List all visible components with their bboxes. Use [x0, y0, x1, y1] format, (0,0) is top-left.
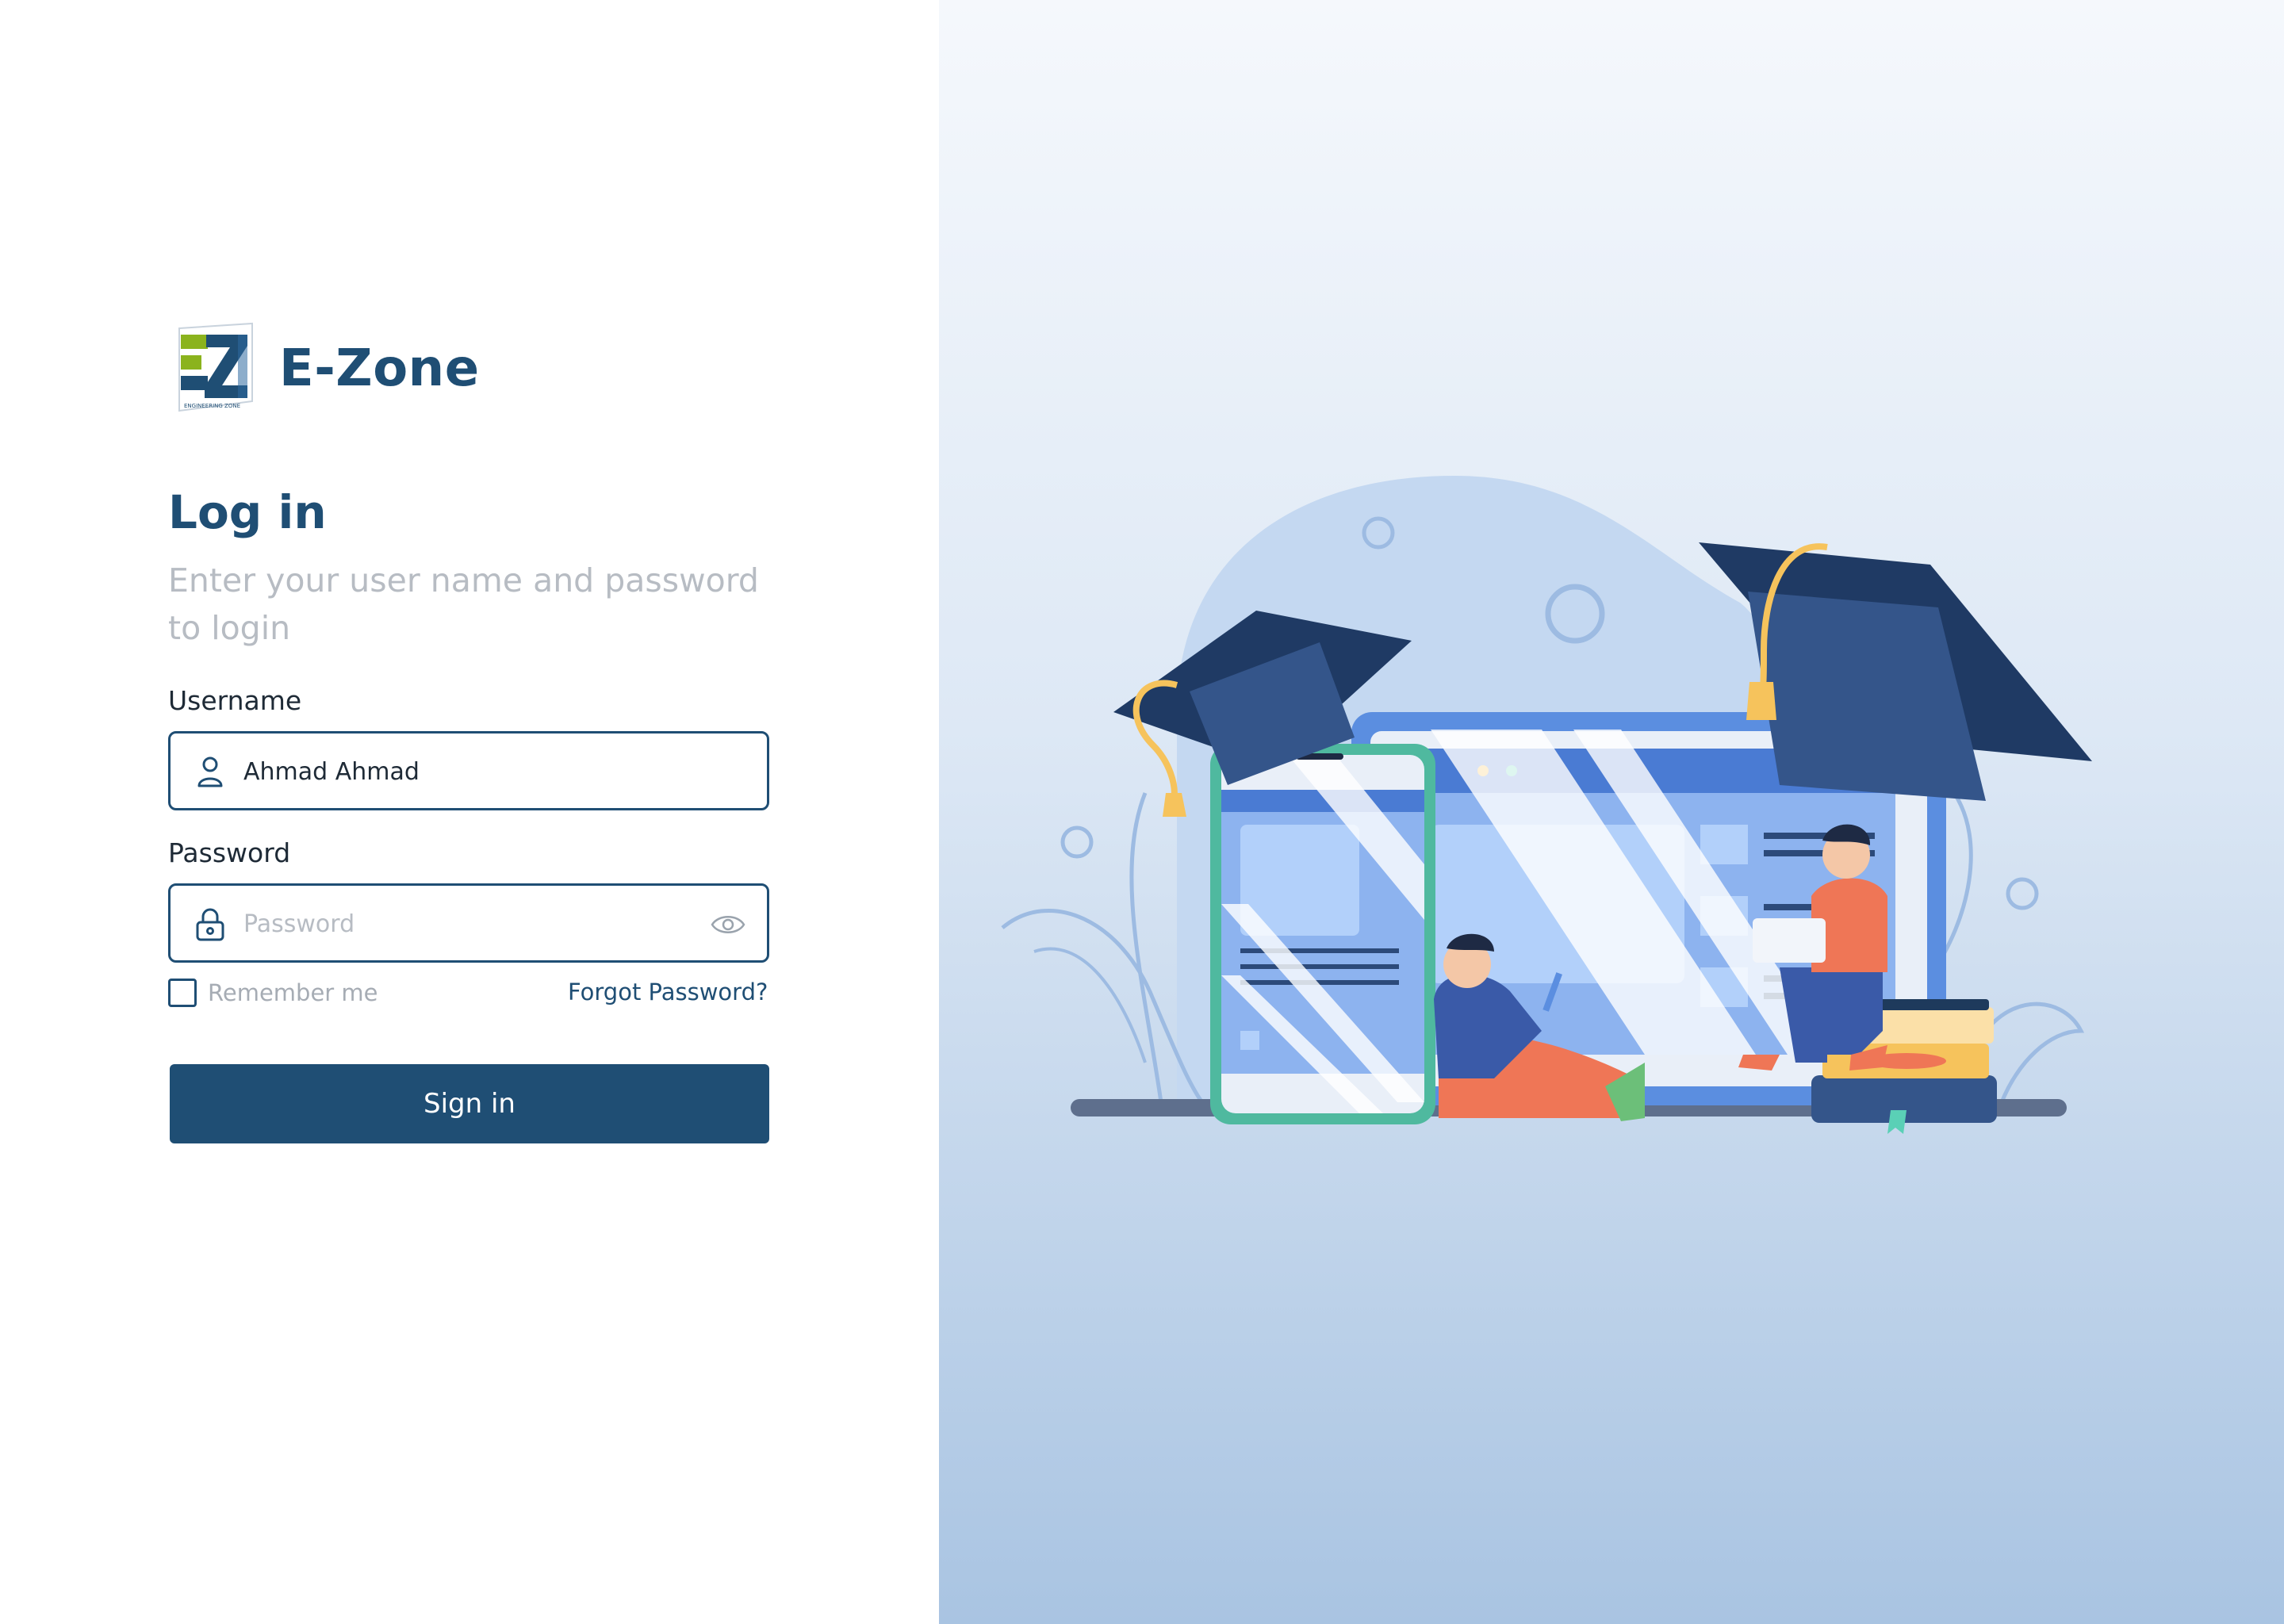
password-input[interactable]: [243, 903, 688, 944]
education-illustration: [1001, 476, 2092, 1134]
page-title: Log in: [168, 485, 327, 539]
remember-me-label: Remember me: [208, 979, 378, 1006]
brand-header: ENGINEERING ZONE E-Zone: [176, 322, 480, 416]
remember-me-checkbox[interactable]: [168, 979, 197, 1007]
bubble: [1060, 825, 1094, 859]
remember-me[interactable]: Remember me: [168, 979, 378, 1007]
leaf-outline: [1033, 947, 1147, 1063]
password-field[interactable]: [168, 883, 769, 963]
eye-icon[interactable]: [710, 908, 746, 941]
username-field[interactable]: [168, 731, 769, 810]
hero-panel: [939, 0, 2284, 1624]
user-icon: [197, 756, 223, 787]
logo-tagline: ENGINEERING ZONE: [184, 403, 240, 409]
login-panel: ENGINEERING ZONE E-Zone Log in Enter you…: [0, 0, 939, 1624]
page-subtitle: Enter your user name and password to log…: [168, 561, 759, 647]
password-label: Password: [168, 837, 291, 868]
sign-in-button[interactable]: Sign in: [170, 1064, 769, 1143]
username-input[interactable]: [243, 751, 688, 792]
leaf-outline: [1129, 792, 1163, 1103]
username-label: Username: [168, 685, 302, 716]
mini-laptop: [1753, 918, 1826, 963]
forgot-password-link[interactable]: Forgot Password?: [568, 979, 768, 1005]
lock-icon: [196, 908, 224, 941]
bubble: [2006, 877, 2039, 910]
ezone-logo: ENGINEERING ZONE: [178, 322, 253, 412]
brand-name: E-Zone: [279, 339, 480, 398]
leaf-outline: [1984, 1002, 2085, 1103]
